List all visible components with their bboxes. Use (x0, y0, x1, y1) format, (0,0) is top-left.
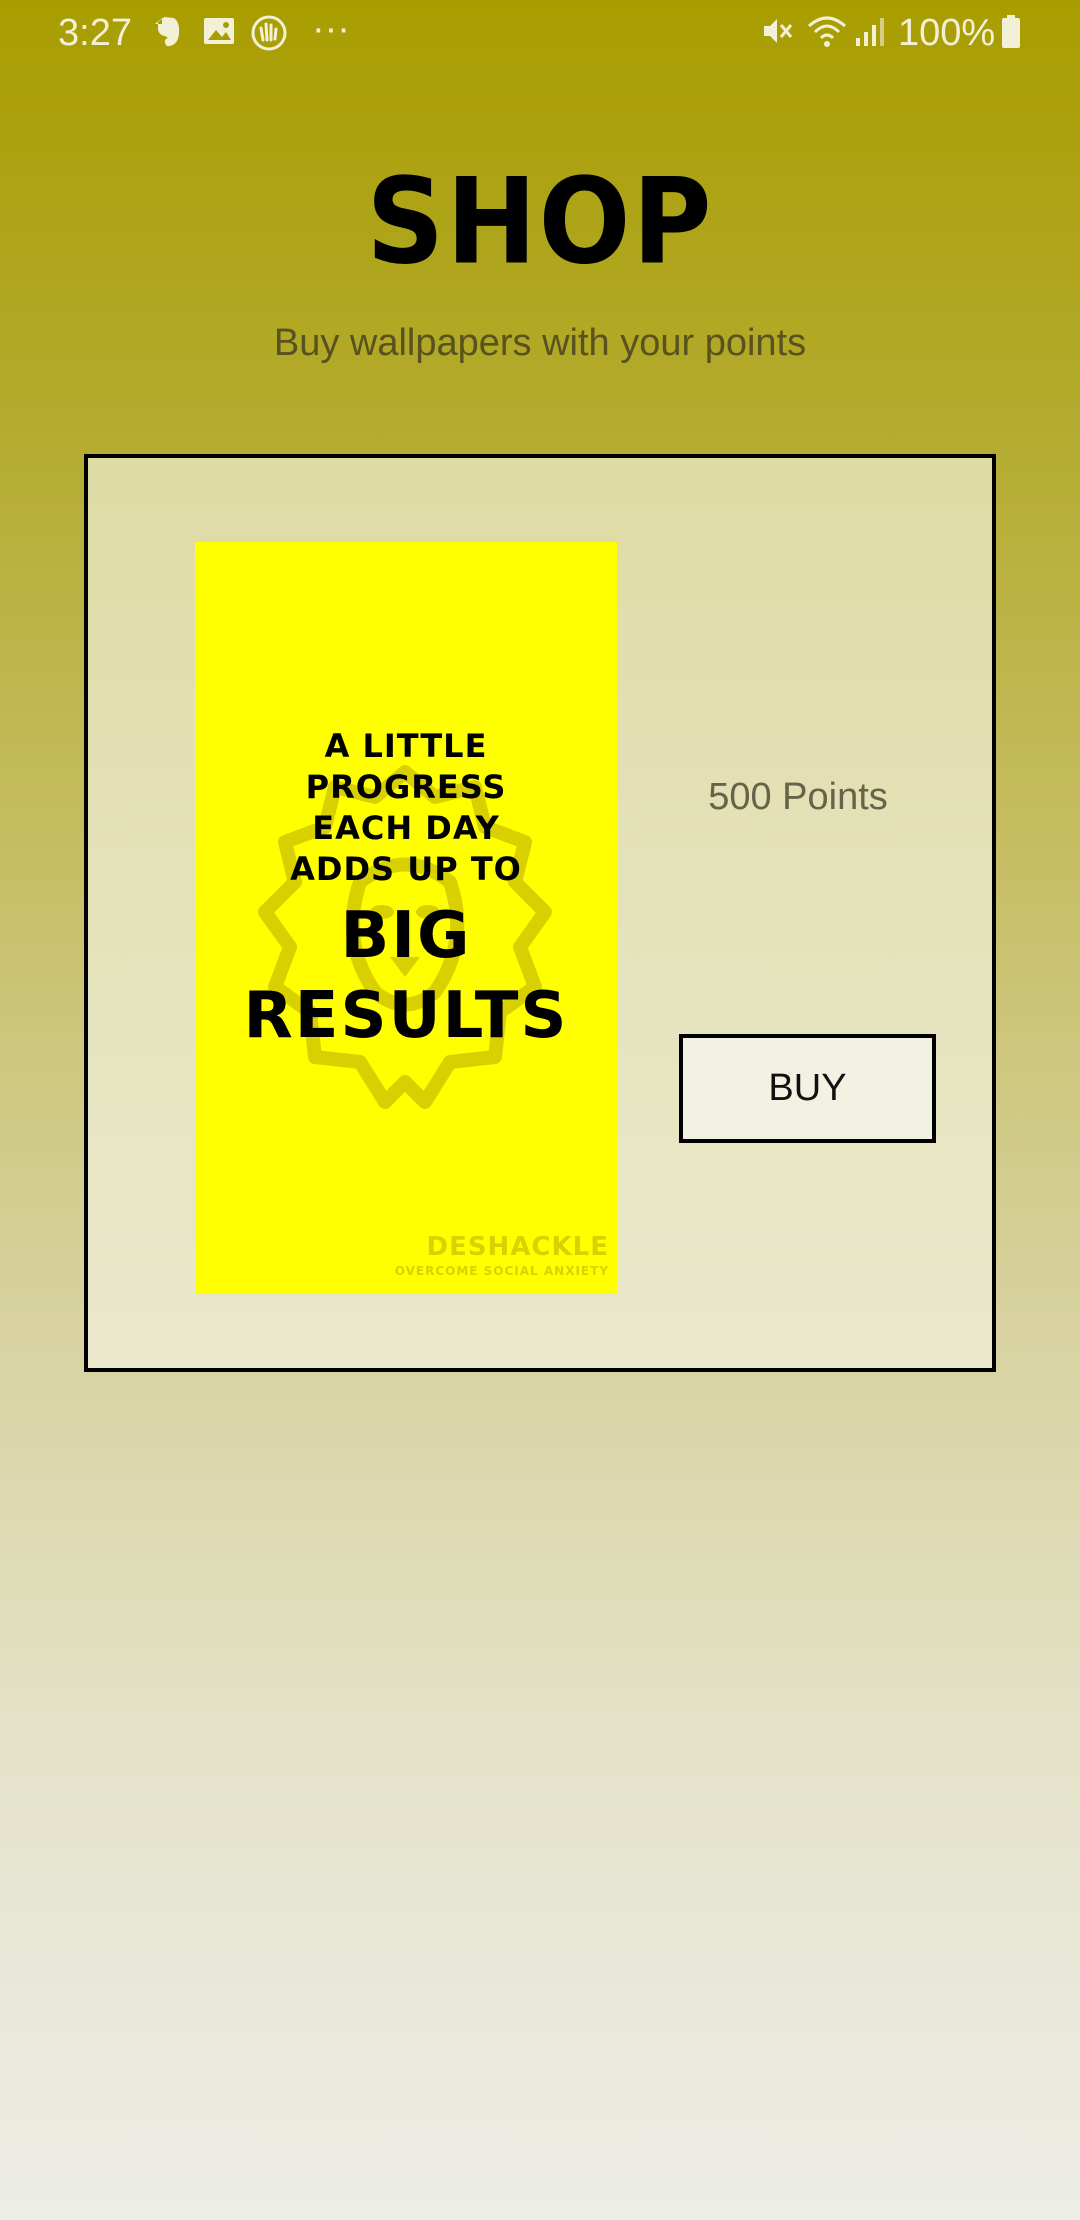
wifi-icon (806, 14, 848, 55)
page-subtitle: Buy wallpapers with your points (273, 322, 807, 364)
price-label: 500 Points (708, 776, 888, 818)
status-time: 3:27 (58, 12, 132, 54)
signal-icon (854, 14, 886, 53)
page-title: SHOP (366, 153, 714, 292)
wallpaper-text-line-2: PROGRESS (305, 768, 507, 806)
wallpaper-text-big-1: BIG (340, 899, 472, 973)
evernote-icon (152, 14, 182, 55)
wallpaper-text-line-3: EACH DAY (312, 809, 500, 847)
wallpaper-text-big-2: RESULTS (243, 979, 569, 1053)
more-dots-icon: ··· (312, 8, 350, 50)
wallpaper-preview[interactable]: A LITTLE PROGRESS EACH DAY ADDS UP TO BI… (195, 542, 617, 1294)
buy-button[interactable]: BUY (679, 1034, 936, 1143)
wallpaper-tagline: OVERCOME SOCIAL ANXIETY (394, 1264, 609, 1278)
battery-icon (1000, 14, 1022, 55)
product-card: A LITTLE PROGRESS EACH DAY ADDS UP TO BI… (84, 454, 996, 1372)
wallpaper-text-line-4: ADDS UP TO (290, 850, 522, 888)
battery-percent: 100% (898, 12, 996, 54)
mute-icon (760, 14, 794, 53)
wallpaper-brand: DESHACKLE (426, 1232, 609, 1262)
wallpaper-text-line-1: A LITTLE (324, 727, 488, 765)
gallery-icon (202, 14, 236, 53)
hand-wave-icon (250, 14, 288, 57)
status-bar: 3:27 ··· 100% (0, 0, 1080, 64)
